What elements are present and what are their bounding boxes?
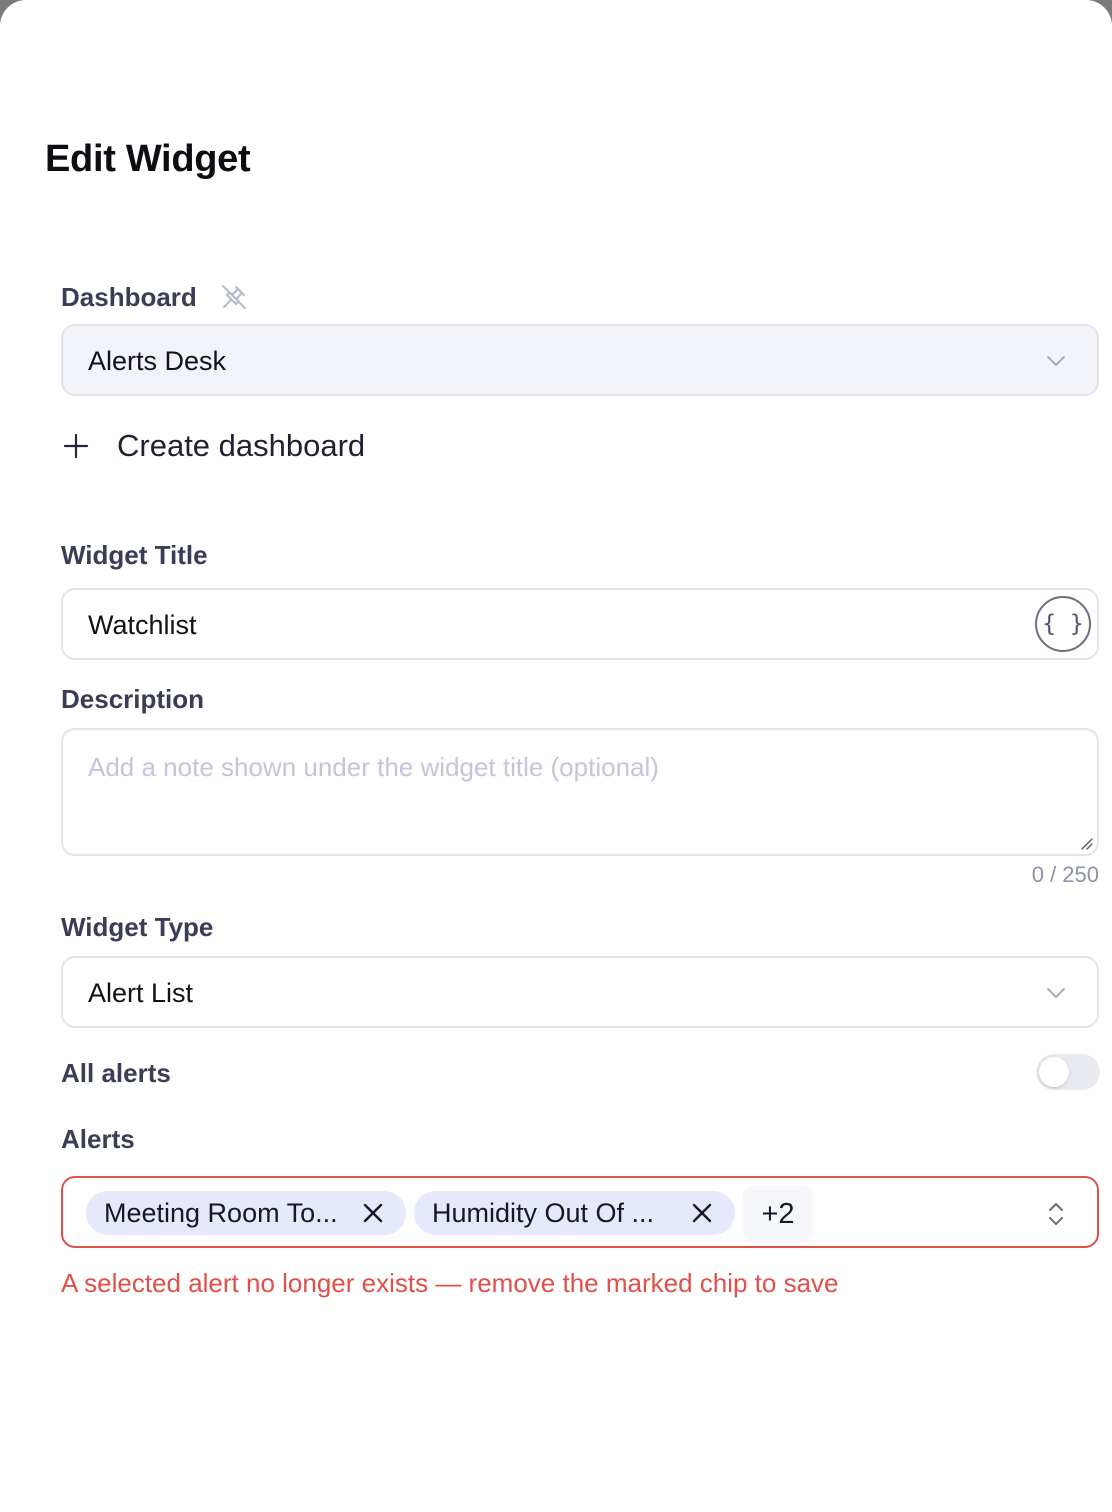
- unpin-icon[interactable]: [219, 282, 249, 312]
- alert-chip-label: Meeting Room To...: [104, 1197, 338, 1228]
- resize-handle-icon[interactable]: [1078, 835, 1094, 851]
- edit-widget-panel: Edit Widget Dashboard Alerts Desk Create…: [0, 0, 1112, 1512]
- alerts-multiselect[interactable]: Meeting Room To... Humidity Out Of ... +…: [61, 1176, 1099, 1248]
- alert-chip: Humidity Out Of ...: [414, 1191, 735, 1235]
- description-label: Description: [61, 684, 205, 714]
- curly-braces-icon: { }: [1042, 611, 1084, 637]
- widget-type-label: Widget Type: [61, 912, 214, 942]
- page-title: Edit Widget: [45, 138, 251, 180]
- description-placeholder: Add a note shown under the widget title …: [88, 752, 659, 782]
- all-alerts-toggle[interactable]: [1036, 1054, 1100, 1090]
- alerts-label: Alerts: [61, 1124, 135, 1154]
- alert-chip: Meeting Room To...: [86, 1191, 406, 1235]
- widget-type-selected-value: Alert List: [88, 978, 194, 1008]
- insert-variable-button[interactable]: { }: [1035, 596, 1091, 652]
- widget-title-input[interactable]: Watchlist { }: [61, 588, 1099, 660]
- description-textarea[interactable]: Add a note shown under the widget title …: [61, 728, 1099, 856]
- create-dashboard-button[interactable]: Create dashboard: [61, 424, 365, 468]
- widget-title-label: Widget Title: [61, 540, 208, 570]
- description-char-counter: 0 / 250: [1031, 862, 1099, 887]
- all-alerts-label: All alerts: [61, 1058, 171, 1088]
- alert-chip-label: Humidity Out Of ...: [432, 1197, 655, 1228]
- toggle-knob: [1039, 1057, 1069, 1087]
- chevron-down-icon: [1047, 988, 1065, 998]
- create-dashboard-label: Create dashboard: [117, 428, 366, 463]
- close-icon[interactable]: [691, 1202, 713, 1224]
- chevron-down-icon: [1047, 356, 1065, 366]
- dashboard-label-text: Dashboard: [61, 282, 197, 312]
- plus-icon: [63, 433, 89, 459]
- widget-title-value: Watchlist: [88, 610, 197, 640]
- alerts-error-message: A selected alert no longer exists — remo…: [61, 1268, 839, 1298]
- close-icon[interactable]: [362, 1202, 384, 1224]
- dashboard-label: Dashboard: [61, 282, 197, 313]
- dashboard-select[interactable]: Alerts Desk: [61, 324, 1099, 396]
- dashboard-selected-value: Alerts Desk: [88, 346, 227, 376]
- widget-type-select[interactable]: Alert List: [61, 956, 1099, 1028]
- chevron-up-down-icon: [1049, 1203, 1063, 1225]
- more-alerts-badge[interactable]: +2: [743, 1186, 813, 1242]
